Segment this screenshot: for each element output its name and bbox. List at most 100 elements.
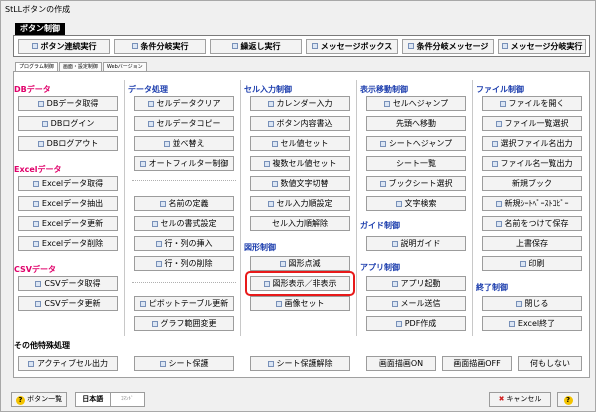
new-sheet-paste-copy-button[interactable]: 新規ｼｰﾄﾍﾟｰｽﾄｺﾋﾟｰ (482, 196, 582, 211)
continuous-exec-button[interactable]: ボタン連続実行 (18, 39, 110, 54)
save-as-button[interactable]: 名前をつけて保存 (482, 216, 582, 231)
screen-update-off-button[interactable]: 画面描画OFF (442, 356, 512, 371)
jump-to-cell-button[interactable]: セルへジャンプ (366, 96, 466, 111)
button-icon (155, 261, 162, 267)
message-branch-exec-button[interactable]: メッセージ分岐実行 (498, 39, 586, 54)
button-label: DBデータ取得 (46, 99, 99, 108)
print-button[interactable]: 印刷 (482, 256, 582, 271)
cell-format-button[interactable]: セルの書式設定 (134, 216, 234, 231)
sheet-protect-button[interactable]: シート保護 (134, 356, 234, 371)
shape-blink-button[interactable]: 図形点滅 (250, 256, 350, 271)
db-login-button[interactable]: DBログイン (18, 116, 118, 131)
open-file-button[interactable]: ファイルを開く (482, 96, 582, 111)
app-window: StLLボタンの作成 ボタン制御 ボタン連続実行 条件分岐実行 繰返し実行 メッ… (0, 0, 596, 412)
filename-list-output-button[interactable]: ファイル名一覧出力 (482, 156, 582, 171)
button-icon (147, 121, 154, 127)
number-text-toggle-button[interactable]: 数値文字切替 (250, 176, 350, 191)
screen-update-on-button[interactable]: 画面描画ON (366, 356, 436, 371)
button-icon (159, 201, 166, 207)
button-icon (151, 221, 158, 227)
button-label: 繰返し実行 (240, 42, 281, 51)
button-icon (41, 121, 48, 127)
button-label: セル値セット (280, 139, 329, 148)
file-list-select-button[interactable]: ファイル一覧選択 (482, 116, 582, 131)
bottom-bar: ? ボタン一覧 日本語 ｺﾏﾝﾄﾞ ✖ キャンセル ? (1, 389, 596, 411)
excel-extract-button[interactable]: Excelデータ抽出 (18, 196, 118, 211)
button-icon (271, 181, 278, 187)
move-to-top-button[interactable]: 先頭へ移動 (366, 116, 466, 131)
button-icon (395, 201, 402, 207)
sort-button[interactable]: 並べ替え (134, 136, 234, 151)
button-icon (383, 101, 390, 107)
app-launch-button[interactable]: アプリ起動 (366, 276, 466, 291)
guide-section-title: ガイド制御 (360, 221, 400, 230)
button-label: シート保護解除 (276, 359, 333, 368)
csv-update-button[interactable]: CSVデータ更新 (18, 296, 118, 311)
button-icon (491, 141, 498, 147)
multi-cell-value-set-button[interactable]: 複数セル値セット (250, 156, 350, 171)
button-label: Excelデータ抽出 (41, 199, 104, 208)
book-sheet-select-button[interactable]: ブックシート選択 (366, 176, 466, 191)
explain-guide-button[interactable]: 説明ガイド (366, 236, 466, 251)
cell-input-order-clear-button[interactable]: セル入力順解除 (250, 216, 350, 231)
button-icon (27, 361, 34, 367)
help-button[interactable]: ? (557, 392, 579, 407)
button-label: 画面描画ON (378, 359, 424, 368)
pivot-refresh-button[interactable]: ピボットテーブル更新 (134, 296, 234, 311)
close-button[interactable]: 閉じる (482, 296, 582, 311)
sheet-unprotect-button[interactable]: シート保護解除 (250, 356, 350, 371)
delete-row-col-button[interactable]: 行・列の削除 (134, 256, 234, 271)
button-label: DBログアウト (46, 139, 99, 148)
jump-to-sheet-button[interactable]: シートへジャンプ (366, 136, 466, 151)
text-search-button[interactable]: 文字検索 (366, 196, 466, 211)
button-list-button[interactable]: ? ボタン一覧 (11, 392, 67, 407)
button-icon (267, 201, 274, 207)
button-icon (139, 161, 146, 167)
button-content-write-button[interactable]: ボタン内容書込 (250, 116, 350, 131)
overwrite-save-button[interactable]: 上書保存 (482, 236, 582, 251)
selected-filename-output-button[interactable]: 選択ファイル名出力 (482, 136, 582, 151)
excel-update-button[interactable]: Excelデータ更新 (18, 216, 118, 231)
button-icon (495, 221, 502, 227)
mail-send-button[interactable]: メール送信 (366, 296, 466, 311)
cell-data-copy-button[interactable]: セルデータコピー (134, 116, 234, 131)
button-icon (391, 241, 398, 247)
conditional-message-button[interactable]: 条件分岐メッセージ (402, 39, 494, 54)
button-icon (131, 43, 138, 49)
new-book-button[interactable]: 新規ブック (482, 176, 582, 191)
button-control-bar: ボタン連続実行 条件分岐実行 繰返し実行 メッセージボックス 条件分岐メッセージ… (13, 35, 590, 57)
conditional-exec-button[interactable]: 条件分岐実行 (114, 39, 206, 54)
button-icon (37, 101, 44, 107)
column-divider (124, 80, 125, 336)
lang-command-option[interactable]: ｺﾏﾝﾄﾞ (111, 393, 145, 406)
excel-fetch-button[interactable]: Excelデータ取得 (18, 176, 118, 191)
lang-japanese-option[interactable]: 日本語 (76, 393, 111, 406)
db-fetch-button[interactable]: DBデータ取得 (18, 96, 118, 111)
db-logout-button[interactable]: DBログアウト (18, 136, 118, 151)
active-cell-output-button[interactable]: アクティブセル出力 (18, 356, 118, 371)
button-icon (311, 43, 318, 49)
button-label: 数値文字切替 (280, 179, 329, 188)
repeat-exec-button[interactable]: 繰返し実行 (210, 39, 302, 54)
cell-value-set-button[interactable]: セル値セット (250, 136, 350, 151)
cancel-button[interactable]: ✖ キャンセル (489, 392, 551, 407)
sheet-list-button[interactable]: シート一覧 (366, 156, 466, 171)
excel-delete-button[interactable]: Excelデータ削除 (18, 236, 118, 251)
do-nothing-button[interactable]: 何もしない (518, 356, 582, 371)
image-set-button[interactable]: 画像セット (250, 296, 350, 311)
button-icon (391, 301, 398, 307)
cell-data-clear-button[interactable]: セルデータクリア (134, 96, 234, 111)
insert-row-col-button[interactable]: 行・列の挿入 (134, 236, 234, 251)
button-label: 複数セル値セット (272, 159, 337, 168)
autofilter-button[interactable]: オートフィルター制御 (134, 156, 234, 171)
message-box-button[interactable]: メッセージボックス (306, 39, 398, 54)
button-icon (519, 261, 526, 267)
excel-quit-button[interactable]: Excel終了 (482, 316, 582, 331)
calendar-input-button[interactable]: カレンダー入力 (250, 96, 350, 111)
pdf-create-button[interactable]: PDF作成 (366, 316, 466, 331)
csv-fetch-button[interactable]: CSVデータ取得 (18, 276, 118, 291)
define-name-button[interactable]: 名前の定義 (134, 196, 234, 211)
language-toggle[interactable]: 日本語 ｺﾏﾝﾄﾞ (75, 392, 145, 407)
cell-input-order-set-button[interactable]: セル入力順設定 (250, 196, 350, 211)
chart-range-button[interactable]: グラフ範囲変更 (134, 316, 234, 331)
